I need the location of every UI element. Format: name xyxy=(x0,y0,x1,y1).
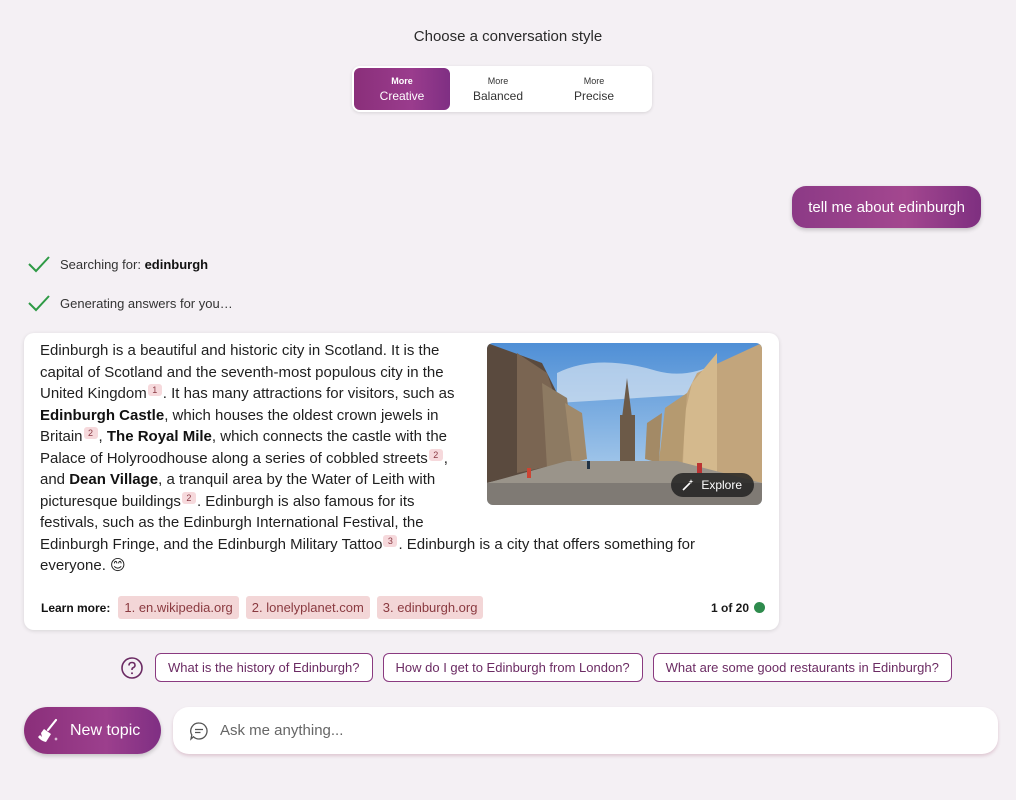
status-searching-prefix: Searching for: xyxy=(60,256,141,272)
learn-more-label: Learn more: xyxy=(41,600,111,615)
suggestion-row: What is the history of Edinburgh? How do… xyxy=(120,653,962,682)
learn-more-row: Learn more: 1. en.wikipedia.org 2. lonel… xyxy=(41,596,765,619)
suggestion-chip-restaurants[interactable]: What are some good restaurants in Edinbu… xyxy=(652,653,952,682)
style-option-prefix: More xyxy=(583,75,605,86)
style-option-creative[interactable]: More Creative xyxy=(354,68,450,110)
new-topic-label: New topic xyxy=(70,721,141,739)
answer-bold-royal-mile: The Royal Mile xyxy=(106,428,212,445)
learn-more-link-edinburgh[interactable]: 3. edinburgh.org xyxy=(376,596,484,619)
learn-more-link-wikipedia[interactable]: 1. en.wikipedia.org xyxy=(118,596,239,619)
style-option-label: Precise xyxy=(573,88,614,103)
style-option-label: Balanced xyxy=(472,88,524,103)
answer-segment: , xyxy=(98,428,107,445)
style-option-label: Creative xyxy=(379,88,425,103)
chat-bubble-icon xyxy=(189,721,208,741)
citation-1[interactable]: 1 xyxy=(147,384,162,396)
chat-input-box xyxy=(173,707,998,754)
answer-text: Edinburgh is a beautiful and historic ci… xyxy=(40,340,740,577)
response-count: 1 of 20 xyxy=(711,601,765,615)
chat-input[interactable] xyxy=(220,722,980,739)
citation-2[interactable]: 2 xyxy=(83,427,98,439)
citation-2[interactable]: 2 xyxy=(428,448,443,461)
check-icon xyxy=(28,256,50,273)
answer-card: Explore Edinburgh is a beautiful and his… xyxy=(24,333,779,630)
conversation-style-title: Choose a conversation style xyxy=(413,28,603,45)
new-topic-button[interactable]: New topic xyxy=(24,707,161,754)
answer-bold-dean-village: Dean Village xyxy=(69,471,159,488)
citation-3[interactable]: 3 xyxy=(383,534,398,547)
style-option-prefix: More xyxy=(391,75,413,86)
status-dot-icon xyxy=(754,602,765,613)
answer-bold-edinburgh-castle: Edinburgh Castle xyxy=(40,406,165,424)
learn-more-link-lonelyplanet[interactable]: 2. lonelyplanet.com xyxy=(245,596,370,619)
status-searching-term: edinburgh xyxy=(144,256,209,272)
style-option-precise[interactable]: More Precise xyxy=(546,68,642,110)
status-searching: Searching for: edinburgh xyxy=(27,254,208,274)
conversation-style-picker: More Creative More Balanced More Precise xyxy=(352,66,652,112)
broom-icon xyxy=(38,718,59,742)
answer-segment: . It has many attractions for visitors, … xyxy=(162,385,455,402)
suggestion-chip-history[interactable]: What is the history of Edinburgh? xyxy=(155,653,373,682)
suggestion-chip-travel[interactable]: How do I get to Edinburgh from London? xyxy=(382,653,643,682)
question-circle-icon xyxy=(121,656,143,679)
style-option-balanced[interactable]: More Balanced xyxy=(450,68,546,110)
status-generating: Generating answers for you… xyxy=(27,293,233,313)
citation-2[interactable]: 2 xyxy=(181,491,196,504)
check-icon xyxy=(28,295,50,312)
style-option-prefix: More xyxy=(487,75,509,86)
status-generating-text: Generating answers for you… xyxy=(60,295,233,311)
response-count-text: 1 of 20 xyxy=(710,600,749,615)
user-message-bubble: tell me about edinburgh xyxy=(792,186,981,228)
